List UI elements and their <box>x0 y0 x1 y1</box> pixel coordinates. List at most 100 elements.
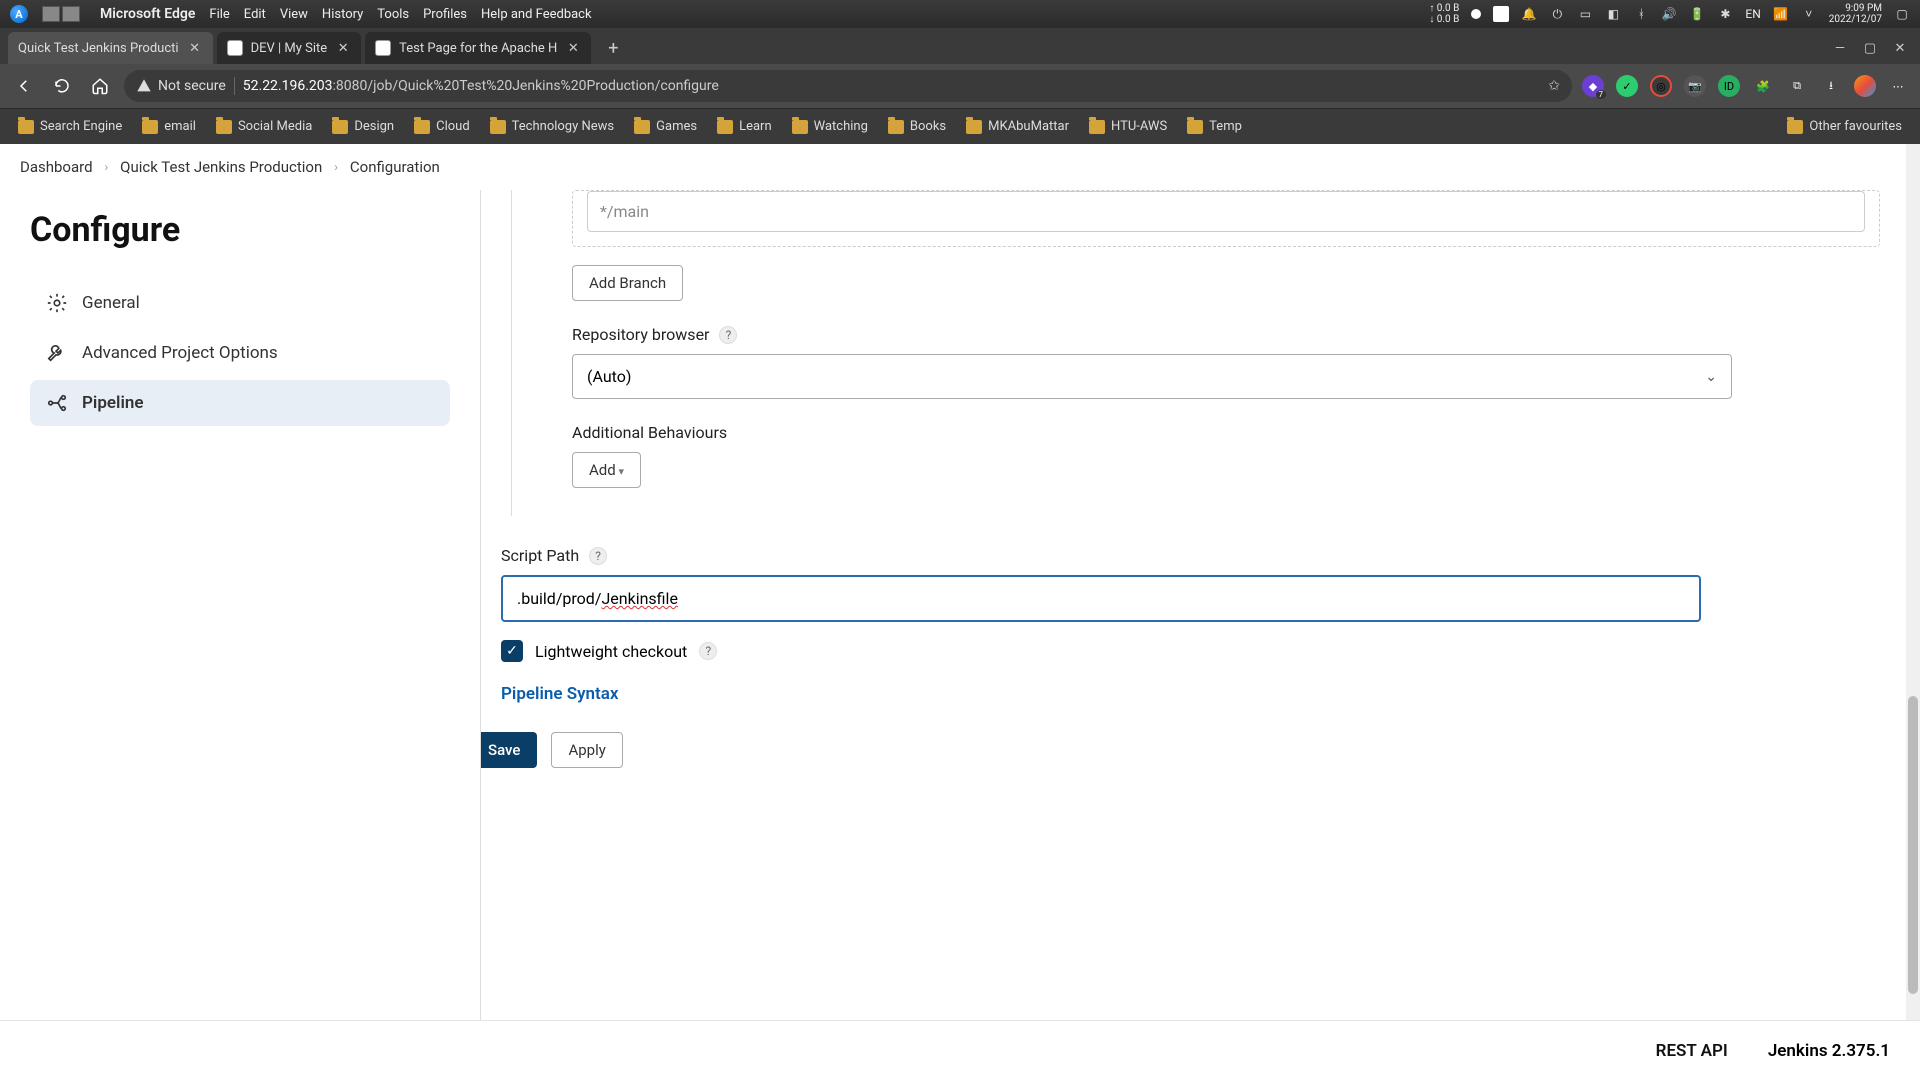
extension-icon-3[interactable]: ◎ <box>1650 75 1672 97</box>
extension-icon-5[interactable]: ID <box>1718 75 1740 97</box>
bookmark-search-engine[interactable]: Search Engine <box>10 115 130 138</box>
sidebar-item-advanced[interactable]: Advanced Project Options <box>30 330 450 376</box>
tab-apache[interactable]: Test Page for the Apache H ✕ <box>365 32 591 64</box>
extension-icon-4[interactable]: 📷 <box>1684 75 1706 97</box>
bookmark-temp[interactable]: Temp <box>1179 115 1250 138</box>
help-icon[interactable]: ? <box>719 326 737 344</box>
close-icon[interactable]: ✕ <box>187 40 203 56</box>
new-tab-button[interactable]: + <box>599 34 627 62</box>
tab-title: Test Page for the Apache H <box>399 41 557 56</box>
sidebar-item-pipeline[interactable]: Pipeline <box>30 380 450 426</box>
branch-specifier-box: */main <box>572 190 1880 247</box>
power-icon[interactable]: ⏻ <box>1549 6 1565 22</box>
select-value: (Auto) <box>587 367 631 386</box>
lightweight-checkbox[interactable]: ✓ <box>501 640 523 662</box>
menu-view[interactable]: View <box>280 7 308 22</box>
config-sidebar: Configure General Advanced Project Optio… <box>0 190 480 1020</box>
bookmark-books[interactable]: Books <box>880 115 954 138</box>
tab-dev[interactable]: DEV | My Site ✕ <box>217 32 362 64</box>
address-bar[interactable]: Not secure 52.22.196.203:8080/job/Quick%… <box>124 70 1572 102</box>
language-indicator[interactable]: EN <box>1745 7 1760 21</box>
collections-button[interactable]: ⧉ <box>1786 75 1808 97</box>
rest-api-link[interactable]: REST API <box>1656 1041 1728 1061</box>
extension-icon-2[interactable]: ✓ <box>1616 75 1638 97</box>
bookmark-cloud[interactable]: Cloud <box>406 115 478 138</box>
breadcrumb-configuration[interactable]: Configuration <box>350 158 440 176</box>
volume-icon[interactable]: 🔊 <box>1661 6 1677 22</box>
folder-icon <box>966 120 982 134</box>
not-secure-label: Not secure <box>158 78 226 94</box>
security-warning[interactable]: Not secure <box>136 78 226 94</box>
scrollbar-thumb[interactable] <box>1908 696 1918 994</box>
bookmark-learn[interactable]: Learn <box>709 115 780 138</box>
bluetooth-icon[interactable]: ᚼ <box>1633 6 1649 22</box>
downloads-button[interactable]: ⭳ <box>1820 75 1842 97</box>
folder-icon <box>1187 120 1203 134</box>
extensions-button[interactable]: 🧩 <box>1752 75 1774 97</box>
pipeline-syntax-link[interactable]: Pipeline Syntax <box>501 684 619 704</box>
tray-app-icon[interactable] <box>1493 6 1509 22</box>
save-button[interactable]: Save <box>480 732 537 768</box>
folder-icon <box>1787 120 1803 134</box>
folder-icon <box>216 120 232 134</box>
network-monitor: ↑ 0.0 B↓ 0.0 B <box>1429 4 1459 25</box>
home-button[interactable] <box>86 72 114 100</box>
bookmark-design[interactable]: Design <box>324 115 402 138</box>
menu-file[interactable]: File <box>209 7 229 22</box>
breadcrumb-dashboard[interactable]: Dashboard <box>20 158 93 176</box>
battery-icon[interactable]: 🔋 <box>1689 6 1705 22</box>
close-icon[interactable]: ✕ <box>565 40 581 56</box>
menu-edit[interactable]: Edit <box>244 7 266 22</box>
bookmark-email[interactable]: email <box>134 115 204 138</box>
bookmark-social-media[interactable]: Social Media <box>208 115 320 138</box>
add-branch-button[interactable]: Add Branch <box>572 265 683 301</box>
scrollbar[interactable] <box>1906 144 1920 1020</box>
bookmark-tech-news[interactable]: Technology News <box>482 115 622 138</box>
minimize-button[interactable]: — <box>1828 36 1852 60</box>
menu-history[interactable]: History <box>322 7 363 22</box>
tray-end-icon[interactable]: ▢ <box>1894 6 1910 22</box>
refresh-button[interactable] <box>48 72 76 100</box>
help-icon[interactable]: ? <box>699 642 717 660</box>
pipeline-icon <box>46 392 68 414</box>
breadcrumb: Dashboard › Quick Test Jenkins Productio… <box>0 144 1920 190</box>
menu-help[interactable]: Help and Feedback <box>481 7 592 22</box>
tray-icon-1[interactable]: ▭ <box>1577 6 1593 22</box>
favorite-icon[interactable]: ✩ <box>1548 78 1560 94</box>
maximize-button[interactable]: ▢ <box>1858 36 1882 60</box>
bookmark-mkabumattar[interactable]: MKAbuMattar <box>958 115 1077 138</box>
sync-icon[interactable]: ✱ <box>1717 6 1733 22</box>
back-button[interactable] <box>10 72 38 100</box>
menu-profiles[interactable]: Profiles <box>423 7 467 22</box>
script-path-input[interactable]: .build/prod/Jenkinsfile <box>501 575 1701 622</box>
url-text: 52.22.196.203:8080/job/Quick%20Test%20Je… <box>243 78 719 94</box>
more-menu-button[interactable]: ⋯ <box>1888 75 1910 97</box>
breadcrumb-job[interactable]: Quick Test Jenkins Production <box>120 158 322 176</box>
bell-icon[interactable]: 🔔 <box>1521 6 1537 22</box>
profile-avatar[interactable] <box>1854 75 1876 97</box>
sidebar-item-general[interactable]: General <box>30 280 450 326</box>
add-behaviour-button[interactable]: Add <box>572 452 641 488</box>
chevron-down-icon[interactable]: ˅ <box>1801 6 1817 22</box>
folder-icon <box>792 120 808 134</box>
window-switcher-icon[interactable] <box>42 6 80 22</box>
close-icon[interactable]: ✕ <box>335 40 351 56</box>
wifi-icon[interactable]: 📶 <box>1773 6 1789 22</box>
repo-browser-select[interactable]: (Auto) ⌄ <box>572 354 1732 399</box>
help-icon[interactable]: ? <box>589 547 607 565</box>
chevron-right-icon: › <box>326 160 346 174</box>
bookmark-htu-aws[interactable]: HTU-AWS <box>1081 115 1175 138</box>
tray-icon-2[interactable]: ◧ <box>1605 6 1621 22</box>
close-window-button[interactable]: ✕ <box>1888 36 1912 60</box>
sidebar-item-label: General <box>82 293 140 313</box>
bookmark-watching[interactable]: Watching <box>784 115 876 138</box>
extension-icon-1[interactable]: ◆ <box>1582 75 1604 97</box>
branch-field[interactable]: */main <box>587 191 1865 232</box>
tab-jenkins[interactable]: Quick Test Jenkins Producti ✕ <box>8 32 213 64</box>
macos-menubar: A Microsoft Edge File Edit View History … <box>0 0 1920 28</box>
status-dot-icon[interactable] <box>1471 9 1481 19</box>
bookmark-other-favourites[interactable]: Other favourites <box>1779 115 1910 138</box>
apply-button[interactable]: Apply <box>551 732 622 768</box>
bookmark-games[interactable]: Games <box>626 115 705 138</box>
menu-tools[interactable]: Tools <box>377 7 409 22</box>
